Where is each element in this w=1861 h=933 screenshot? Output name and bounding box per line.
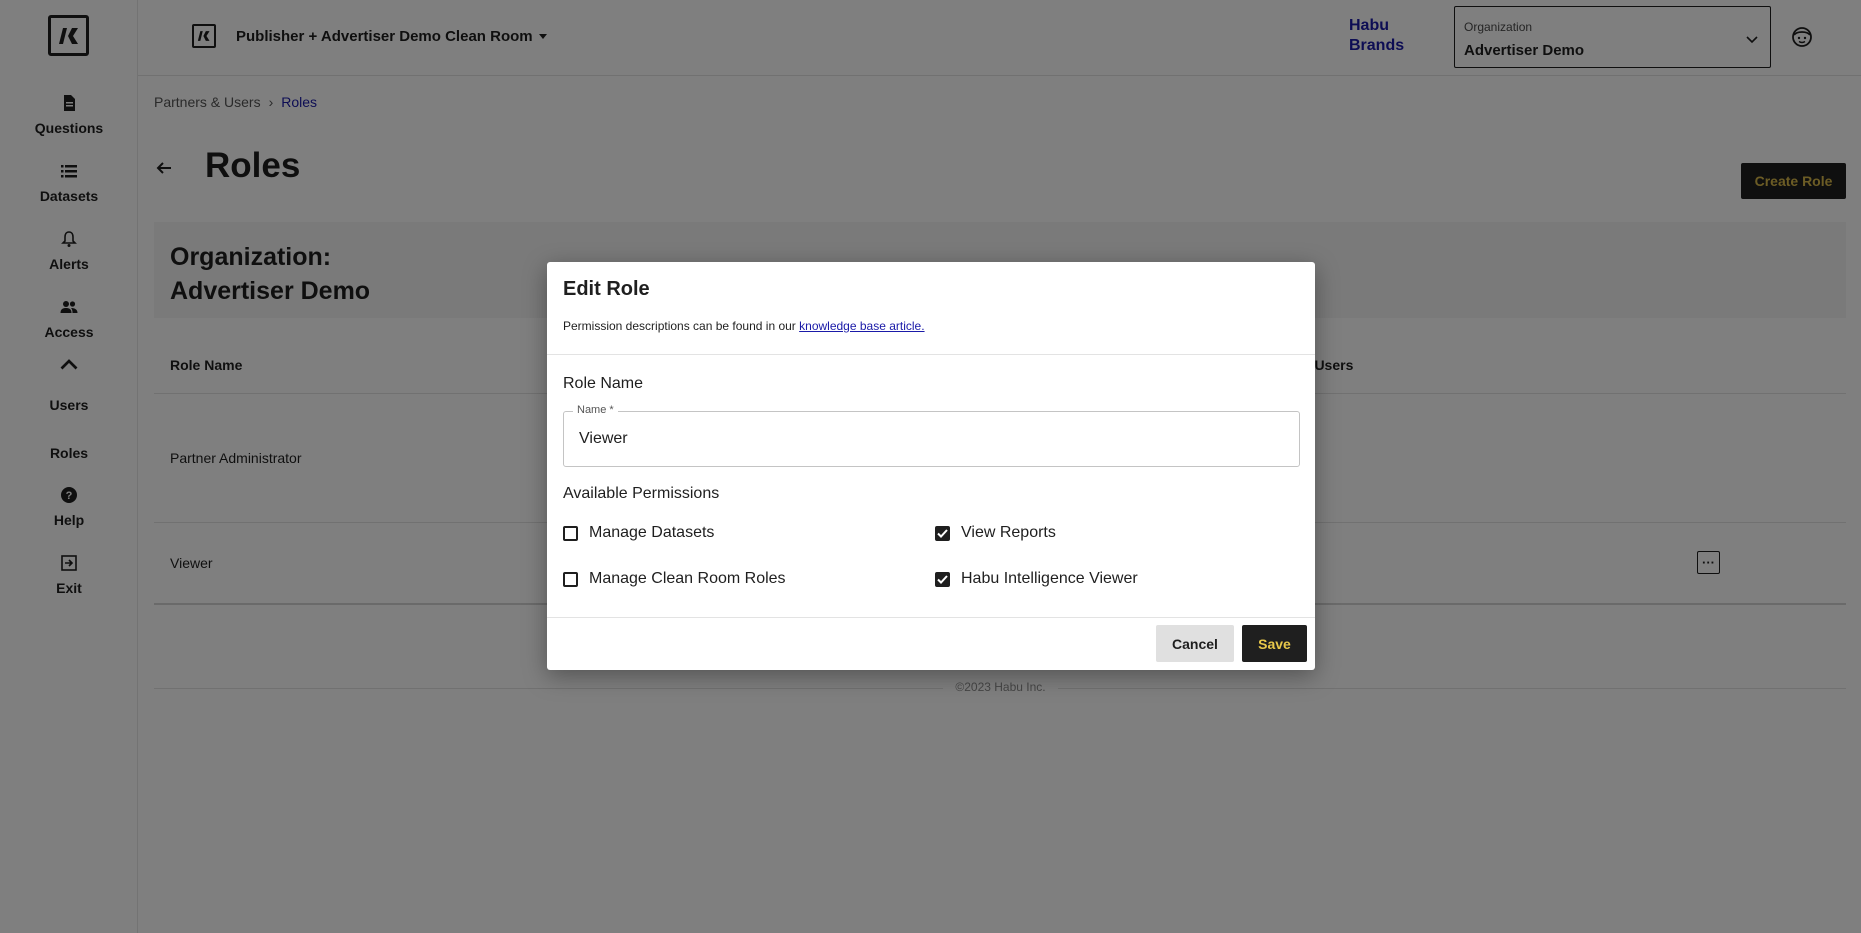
dialog-divider — [547, 354, 1315, 355]
checkmark-icon — [937, 574, 948, 584]
permission-habu-intelligence-viewer[interactable]: Habu Intelligence Viewer — [935, 570, 1138, 588]
permission-view-reports[interactable]: View Reports — [935, 524, 1056, 542]
checkbox-unchecked[interactable] — [563, 525, 578, 541]
permission-label: Manage Datasets — [589, 524, 715, 541]
cancel-button[interactable]: Cancel — [1156, 625, 1234, 662]
knowledge-base-link[interactable]: knowledge base article. — [799, 319, 924, 333]
save-button[interactable]: Save — [1242, 625, 1307, 662]
edit-role-dialog: Edit Role Permission descriptions can be… — [547, 262, 1315, 670]
checkmark-icon — [937, 528, 948, 538]
dialog-description-text: Permission descriptions can be found in … — [563, 319, 800, 333]
role-name-field[interactable]: Name * — [563, 404, 1300, 467]
permission-label: Habu Intelligence Viewer — [961, 570, 1138, 587]
dialog-description: Permission descriptions can be found in … — [563, 319, 925, 333]
checkbox-unchecked[interactable] — [563, 571, 578, 587]
role-name-input[interactable] — [577, 426, 1277, 452]
dialog-footer-divider — [547, 617, 1315, 618]
permission-label: Manage Clean Room Roles — [589, 570, 786, 587]
dialog-title: Edit Role — [563, 278, 650, 300]
role-name-field-label: Name * — [573, 404, 618, 416]
checkbox-checked[interactable] — [935, 571, 950, 587]
role-name-section-label: Role Name — [563, 375, 644, 392]
permission-label: View Reports — [961, 524, 1056, 541]
permissions-section-label: Available Permissions — [563, 485, 720, 502]
permission-manage-datasets[interactable]: Manage Datasets — [563, 524, 714, 542]
permission-manage-clean-room-roles[interactable]: Manage Clean Room Roles — [563, 570, 786, 588]
checkbox-checked[interactable] — [935, 525, 950, 541]
